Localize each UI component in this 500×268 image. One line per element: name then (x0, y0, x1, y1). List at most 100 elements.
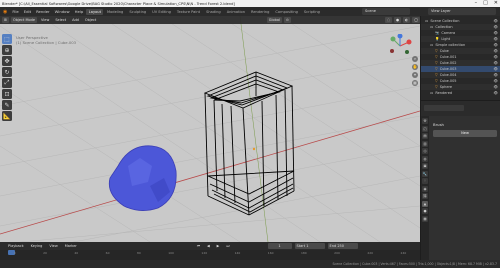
axis-gizmo-icon[interactable] (388, 33, 412, 58)
orientation-dropdown[interactable]: Global (266, 17, 282, 23)
menu-render[interactable]: Render (34, 9, 52, 14)
physics-tab-icon[interactable]: ◉ (422, 185, 428, 192)
view-layer-selector[interactable]: View Layer (428, 8, 496, 15)
tab-rendering[interactable]: Rendering (249, 9, 272, 15)
collection-icon: ▭ (430, 43, 434, 47)
tab-uv-editing[interactable]: UV Editing (150, 9, 174, 15)
outliner[interactable]: ▭ Scene Collection 👁 ▭ Collection 👁 📷 Camera 👁 💡 L… (421, 16, 500, 100)
menu-add[interactable]: Add (70, 18, 81, 22)
outliner-row-label: Simple collection (435, 43, 466, 47)
scene-selector[interactable]: Scene (362, 8, 410, 15)
menu-select[interactable]: Select (53, 18, 68, 22)
snap-icon[interactable]: ⊙ (283, 17, 291, 23)
3d-viewport[interactable]: ⊞ Object Mode View Select Add Object Glo… (0, 16, 420, 242)
jump-start-icon[interactable]: ⏮ (195, 244, 202, 248)
zoom-icon[interactable]: ⌕ (412, 56, 418, 62)
menu-object[interactable]: Object (83, 18, 98, 22)
play-icon[interactable]: ▶ (215, 244, 222, 248)
world-tab-icon[interactable]: ◍ (422, 155, 428, 162)
object-mode-dropdown[interactable]: Object Mode (10, 17, 37, 23)
constraints-tab-icon[interactable]: ⛓ (422, 193, 428, 199)
material-tab-icon[interactable]: ● (422, 208, 428, 214)
output-tab-icon[interactable]: ▤ (422, 133, 428, 139)
frame-ticks: 0 20 40 60 80 100 120 140 160 180 200 22… (0, 251, 420, 255)
scene-label: Scene (365, 9, 376, 13)
viewport-info: User Perspective (1) Scene Collection | … (16, 35, 76, 45)
mesh-icon: ▽ (435, 73, 438, 77)
tab-sculpting[interactable]: Sculpting (127, 9, 149, 15)
tab-scripting[interactable]: Scripting (301, 9, 322, 15)
timeline-ruler[interactable]: 0 20 40 60 80 100 120 140 160 180 200 22… (0, 250, 420, 260)
cursor-icon[interactable]: ⊕ (2, 45, 12, 55)
editor-type-icon[interactable]: ⊞ (2, 17, 9, 23)
tool-tab-icon[interactable]: ⚒ (422, 118, 428, 124)
menu-marker[interactable]: Marker (63, 244, 79, 248)
tick-label: 220 (367, 251, 374, 255)
tab-animation[interactable]: Animation (224, 9, 247, 15)
texture-tab-icon[interactable]: ▦ (422, 215, 428, 222)
navigation-gizmo[interactable] (388, 33, 412, 59)
camera-view-icon[interactable]: ⌖ (412, 72, 418, 78)
perspective-toggle-icon[interactable]: ▦ (412, 80, 418, 86)
rotate-icon[interactable]: ↻ (2, 67, 12, 77)
tick-label: 120 (201, 251, 208, 255)
tab-layout[interactable]: Layout (86, 8, 104, 15)
shading-rendered-icon[interactable]: ◯ (412, 17, 420, 23)
start-value: 1 (306, 243, 309, 248)
menu-view[interactable]: View (39, 18, 51, 22)
tab-modeling[interactable]: Modeling (104, 9, 125, 15)
menu-edit[interactable]: Edit (22, 9, 33, 14)
particles-tab-icon[interactable]: ⁘ (422, 178, 428, 184)
tick-label: 0 (13, 251, 16, 255)
tick-label: 60 (105, 251, 110, 255)
minimize-button[interactable]: – (475, 0, 478, 7)
outliner-row[interactable]: ▭ Rendered 👁 (421, 90, 500, 96)
tab-compositing[interactable]: Compositing (273, 9, 301, 15)
object-tab-icon[interactable]: ▣ (422, 163, 428, 169)
outliner-row-label: Rendered (435, 91, 453, 95)
menu-file[interactable]: File (10, 9, 20, 14)
menu-window[interactable]: Window (53, 9, 72, 14)
close-button[interactable]: ✕ (494, 0, 498, 7)
new-brush-button[interactable]: New (433, 130, 497, 137)
modifier-tab-icon[interactable]: 🔧 (422, 170, 428, 177)
mesh-icon: ▽ (435, 49, 438, 53)
view-layer-tab-icon[interactable]: ▥ (422, 140, 428, 147)
scene-tab-icon[interactable]: ◎ (422, 148, 428, 154)
play-reverse-icon[interactable]: ◀ (205, 244, 212, 248)
visibility-icon[interactable]: 👁 (494, 90, 498, 96)
menu-help[interactable]: Help (73, 9, 86, 14)
current-frame-field[interactable]: 1 (267, 242, 292, 249)
scene-statistics: Scene Collection | Cube.003 | Verts:467 … (332, 262, 497, 266)
menu-keying[interactable]: Keying (29, 244, 45, 248)
move-icon[interactable]: ✥ (2, 56, 12, 66)
render-tab-icon[interactable]: ◰ (422, 125, 428, 132)
menu-playback[interactable]: Playback (6, 244, 26, 248)
annotate-icon[interactable]: ✎ (2, 100, 12, 110)
tick-label: 180 (300, 251, 307, 255)
maximize-button[interactable]: □ (483, 0, 488, 7)
shading-material-icon[interactable]: ◐ (403, 17, 411, 23)
tool-shelf: ⬚ ⊕ ✥ ↻ ⤢ ⊡ ✎ 📐 (2, 34, 13, 121)
mesh-icon: ▽ (435, 55, 438, 59)
measure-icon[interactable]: 📐 (2, 111, 12, 121)
pan-icon[interactable]: ✋ (412, 64, 418, 70)
tab-texture-paint[interactable]: Texture Paint (174, 9, 202, 15)
shading-solid-icon[interactable]: ● (393, 17, 402, 23)
properties-search[interactable] (424, 105, 464, 111)
scale-icon[interactable]: ⤢ (2, 78, 12, 88)
start-frame-field[interactable]: Start 1 (294, 242, 325, 249)
shading-wireframe-icon[interactable]: ◌ (384, 17, 392, 23)
jump-end-icon[interactable]: ⏭ (224, 244, 231, 248)
blue-sphere[interactable] (108, 145, 177, 211)
blender-logo-icon[interactable]: ◉ (1, 9, 9, 15)
start-label: Start (296, 243, 306, 248)
collection-icon: ▭ (430, 91, 434, 95)
data-tab-icon[interactable]: ▲ (422, 200, 428, 207)
menu-view-timeline[interactable]: View (47, 244, 59, 248)
end-frame-field[interactable]: End 250 (327, 242, 358, 249)
collection-icon: ▭ (425, 19, 429, 23)
select-box-icon[interactable]: ⬚ (2, 34, 12, 44)
transform-icon[interactable]: ⊡ (2, 89, 12, 99)
tab-shading[interactable]: Shading (204, 9, 224, 15)
